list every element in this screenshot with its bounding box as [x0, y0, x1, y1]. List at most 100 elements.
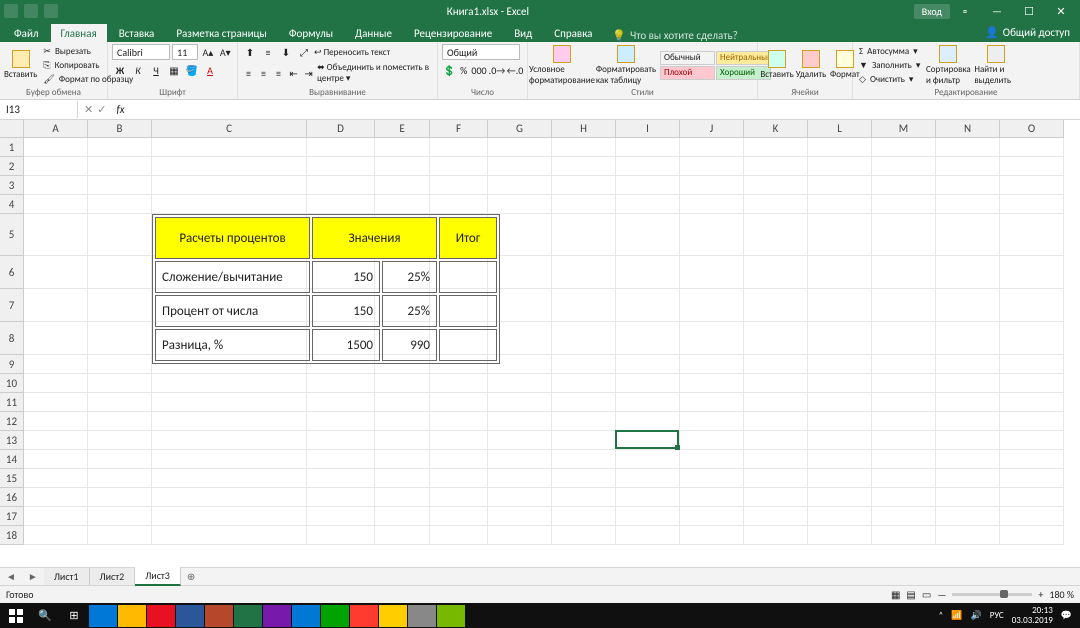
cell[interactable] — [88, 393, 152, 412]
table-cell[interactable]: Процент от числа — [155, 295, 310, 327]
cell[interactable] — [24, 176, 88, 195]
cell[interactable] — [488, 507, 552, 526]
cell[interactable] — [552, 374, 616, 393]
cell[interactable] — [88, 322, 152, 355]
cell[interactable] — [616, 138, 680, 157]
cell[interactable] — [744, 431, 808, 450]
table-cell[interactable]: 1500 — [312, 329, 380, 361]
table-header[interactable]: Итог — [439, 217, 497, 259]
cell[interactable] — [936, 138, 1000, 157]
cell[interactable] — [936, 526, 1000, 545]
row-header[interactable]: 7 — [0, 289, 24, 322]
cell[interactable] — [24, 322, 88, 355]
column-header[interactable]: I — [616, 120, 680, 138]
cell[interactable] — [1000, 322, 1064, 355]
minimize-icon[interactable]: — — [982, 0, 1012, 22]
cell[interactable] — [680, 214, 744, 256]
zoom-level[interactable]: 180 % — [1049, 588, 1074, 601]
table-cell[interactable]: Сложение/вычитание — [155, 261, 310, 293]
cell[interactable] — [375, 488, 430, 507]
column-header[interactable]: A — [24, 120, 88, 138]
align-middle-icon[interactable]: ≡ — [260, 44, 276, 60]
cell[interactable] — [88, 507, 152, 526]
select-all-corner[interactable] — [0, 120, 24, 138]
cell[interactable] — [872, 176, 936, 195]
column-header[interactable]: B — [88, 120, 152, 138]
cell[interactable] — [872, 256, 936, 289]
cell[interactable] — [680, 322, 744, 355]
cell[interactable] — [88, 355, 152, 374]
tray-network-icon[interactable]: 📶 — [951, 610, 962, 621]
cell[interactable] — [430, 450, 488, 469]
close-icon[interactable]: ✕ — [1046, 0, 1076, 22]
cell[interactable] — [152, 393, 307, 412]
cell[interactable] — [552, 322, 616, 355]
cell[interactable] — [936, 355, 1000, 374]
cell[interactable] — [680, 469, 744, 488]
row-header[interactable]: 11 — [0, 393, 24, 412]
cell[interactable] — [430, 507, 488, 526]
cell[interactable] — [680, 450, 744, 469]
cell[interactable] — [552, 393, 616, 412]
cell[interactable] — [307, 374, 375, 393]
cell[interactable] — [88, 450, 152, 469]
new-sheet-icon[interactable]: ⊕ — [181, 570, 201, 583]
cell[interactable] — [152, 488, 307, 507]
row-header[interactable]: 14 — [0, 450, 24, 469]
cell[interactable] — [616, 488, 680, 507]
cell[interactable] — [1000, 488, 1064, 507]
cell[interactable] — [24, 507, 88, 526]
cell[interactable] — [88, 157, 152, 176]
enter-formula-icon[interactable]: ✓ — [97, 103, 106, 116]
cell[interactable] — [1000, 256, 1064, 289]
cell[interactable] — [307, 412, 375, 431]
row-header[interactable]: 15 — [0, 469, 24, 488]
cell[interactable] — [307, 157, 375, 176]
row-header[interactable]: 9 — [0, 355, 24, 374]
tab-review[interactable]: Рецензирование — [404, 24, 502, 42]
cell[interactable] — [1000, 431, 1064, 450]
cell[interactable] — [488, 412, 552, 431]
cell[interactable] — [152, 412, 307, 431]
cell[interactable] — [488, 176, 552, 195]
cell[interactable] — [24, 289, 88, 322]
cell[interactable] — [808, 431, 872, 450]
cell[interactable] — [24, 469, 88, 488]
cell[interactable] — [307, 195, 375, 214]
cell[interactable] — [88, 374, 152, 393]
column-header[interactable]: L — [808, 120, 872, 138]
wrap-text-button[interactable]: ↩ Переносить текст — [314, 47, 390, 58]
column-header[interactable]: F — [430, 120, 488, 138]
row-header[interactable]: 3 — [0, 176, 24, 195]
cell[interactable] — [375, 195, 430, 214]
column-header[interactable]: C — [152, 120, 307, 138]
bold-icon[interactable]: Ж — [112, 62, 128, 78]
row-header[interactable]: 1 — [0, 138, 24, 157]
font-name-select[interactable]: Calibri — [112, 44, 170, 60]
cell[interactable] — [488, 488, 552, 507]
ribbon-options-icon[interactable]: ▫ — [950, 0, 980, 22]
cell[interactable] — [872, 289, 936, 322]
spreadsheet-grid[interactable]: ABCDEFGHIJKLMNO 123456789101112131415161… — [0, 120, 1080, 567]
cell[interactable] — [744, 138, 808, 157]
tab-insert[interactable]: Вставка — [109, 24, 165, 42]
cell[interactable] — [152, 469, 307, 488]
cell[interactable] — [808, 176, 872, 195]
cell[interactable] — [616, 431, 680, 450]
inc-decimal-icon[interactable]: .0→ — [489, 62, 505, 78]
dec-decimal-icon[interactable]: ←.0 — [507, 62, 523, 78]
cell[interactable] — [744, 393, 808, 412]
column-header[interactable]: N — [936, 120, 1000, 138]
tray-chevron-icon[interactable]: ˄ — [938, 610, 943, 621]
column-header[interactable]: K — [744, 120, 808, 138]
column-header[interactable]: G — [488, 120, 552, 138]
cell[interactable] — [24, 412, 88, 431]
cell[interactable] — [307, 176, 375, 195]
column-header[interactable]: D — [307, 120, 375, 138]
cell[interactable] — [375, 138, 430, 157]
cell[interactable] — [88, 431, 152, 450]
cell[interactable] — [430, 393, 488, 412]
cell[interactable] — [430, 138, 488, 157]
conditional-format-button[interactable]: Условное форматирование — [532, 44, 592, 86]
style-normal[interactable]: Обычный — [660, 51, 715, 65]
